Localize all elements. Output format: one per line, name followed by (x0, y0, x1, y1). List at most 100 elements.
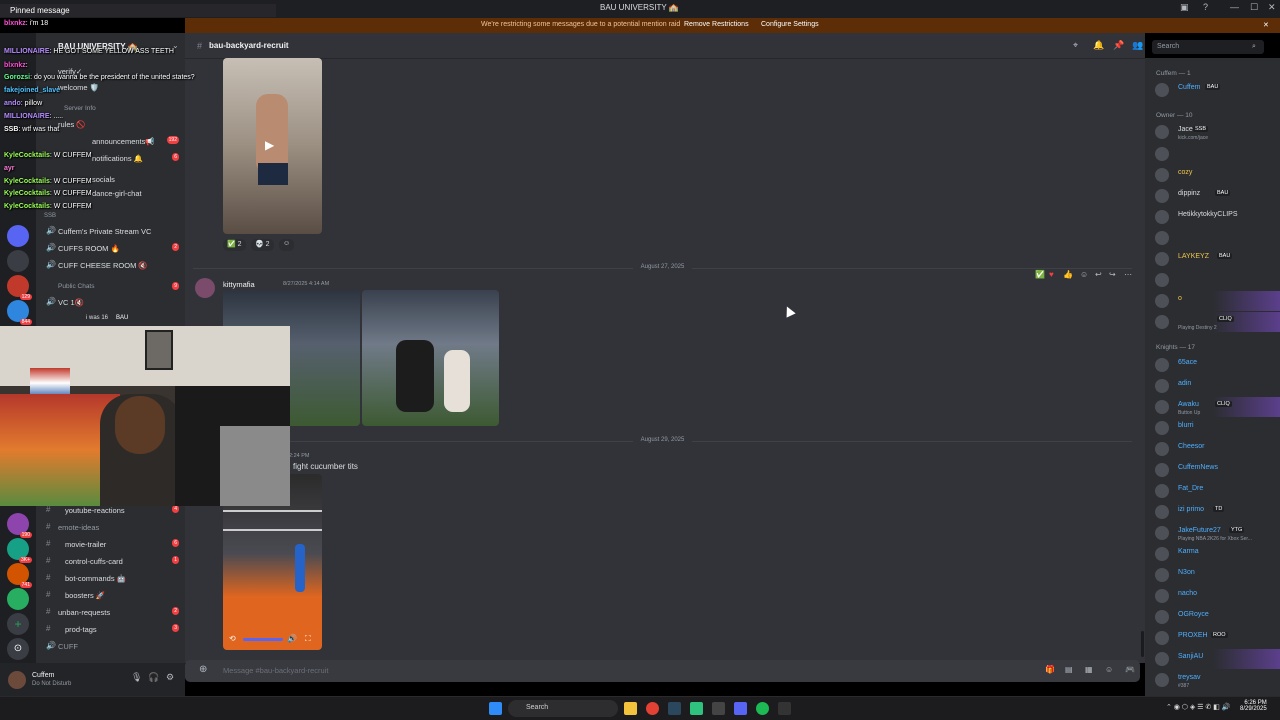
close-icon[interactable]: ✕ (1268, 2, 1276, 13)
configure-settings-button[interactable]: Configure Settings (761, 21, 819, 28)
channel-prod-tags[interactable]: # prod-tags 3 (36, 621, 185, 637)
replay-icon[interactable]: ⟲ (229, 634, 236, 643)
fullscreen-icon[interactable]: ⛶ (305, 634, 311, 644)
microphone-icon[interactable]: 🎙 (131, 672, 142, 683)
inbox-icon[interactable]: ▣ (1180, 2, 1189, 13)
reaction-check-icon[interactable]: ✅ (1035, 270, 1045, 279)
channel-control-cuffs-card[interactable]: # control-cuffs-card 1 (36, 553, 185, 569)
server-icon[interactable] (7, 588, 29, 610)
member[interactable]: Cuffem BAU (1145, 80, 1280, 100)
obs-icon[interactable] (778, 702, 791, 715)
voice-channel[interactable]: 🔊 CUFFS ROOM 🔥 2 (36, 240, 185, 256)
reaction-heart-icon[interactable]: ♥ (1049, 270, 1054, 279)
member[interactable] (1145, 228, 1280, 248)
voice-channel[interactable]: 🔊 VC 1🔇 (36, 294, 185, 310)
gear-icon[interactable]: ⚙ (166, 672, 174, 683)
member[interactable] (1145, 270, 1280, 290)
forward-icon[interactable]: ↪ (1109, 270, 1116, 279)
reply-icon[interactable]: ↩ (1095, 270, 1102, 279)
member[interactable]: adin (1145, 376, 1280, 396)
maximize-icon[interactable]: ☐ (1250, 2, 1258, 13)
member[interactable]: OGRoyce (1145, 607, 1280, 627)
channel-bot-commands[interactable]: # bot-commands 🤖 (36, 570, 185, 586)
dismiss-notice-icon[interactable]: ✕ (1263, 21, 1269, 29)
minimize-icon[interactable]: — (1230, 2, 1239, 12)
voice-channel[interactable]: 🔊 CUFF CHEESE ROOM 🔇 (36, 257, 185, 273)
server-icon[interactable]: 844 (7, 300, 32, 325)
image-attachment[interactable] (362, 290, 499, 426)
channel-movie-trailer[interactable]: # movie-trailer 6 (36, 536, 185, 552)
server-icon[interactable]: 3K+ (7, 538, 32, 563)
member[interactable]: SanjiAU (1145, 649, 1280, 669)
app-icon[interactable] (712, 702, 725, 715)
member[interactable]: cozy (1145, 165, 1280, 185)
category-public-chats[interactable]: Public Chats 9 (36, 279, 185, 295)
server-icon[interactable] (7, 250, 29, 272)
speaker-icon[interactable]: 🔊 (287, 634, 297, 643)
volume-slider[interactable] (243, 638, 283, 641)
add-server-icon[interactable]: + (7, 613, 29, 635)
add-reaction-icon[interactable]: ☺ (1080, 270, 1088, 279)
avatar[interactable] (195, 278, 215, 298)
search-input[interactable]: Search ⌕ (1152, 40, 1264, 54)
voice-channel-cuff[interactable]: 🔊 CUFF (36, 638, 185, 654)
message-input[interactable]: Message #bau-backyard-recruit (223, 666, 328, 675)
app-icon[interactable] (690, 702, 703, 715)
folder-icon[interactable] (624, 702, 637, 715)
server-icon[interactable]: 129 (7, 275, 32, 300)
tray-icons[interactable]: ⌃ ◉ ⬡ ◈ ☰ ✆ ◧ 🔊 (1166, 703, 1231, 711)
member[interactable]: Cheesor (1145, 439, 1280, 459)
add-reaction-icon[interactable]: ☺ (279, 239, 295, 251)
spotify-icon[interactable] (756, 702, 769, 715)
voice-user[interactable]: i was 16 BAU (36, 311, 185, 327)
member[interactable]: Awaku CLIQ Button Up (1145, 397, 1280, 417)
message-composer[interactable]: ⊕ Message #bau-backyard-recruit 🎁 ▤ ▦ ☺ … (185, 660, 1140, 682)
member[interactable]: JakeFuture27 YTG Playing NBA 2K26 for Xbox… (1145, 523, 1280, 543)
help-icon[interactable]: ? (1203, 2, 1208, 12)
server-icon[interactable] (7, 225, 29, 247)
member[interactable]: o (1145, 291, 1280, 311)
threads-icon[interactable]: ⌖ (1073, 40, 1078, 51)
member[interactable]: CLIQ Playing Destiny 2 (1145, 312, 1280, 332)
channel-unban-requests[interactable]: # unban-requests 2 (36, 604, 185, 620)
plus-icon[interactable]: ⊕ (199, 664, 207, 675)
controller-icon[interactable]: 🎮 (1125, 665, 1135, 674)
gift-icon[interactable]: 🎁 (1045, 665, 1055, 674)
member[interactable] (1145, 144, 1280, 164)
reaction[interactable]: 💀 2 (251, 239, 274, 251)
taskbar-search[interactable]: Search (508, 700, 618, 717)
remove-restrictions-button[interactable]: Remove Restrictions (684, 21, 749, 28)
channel-boosters[interactable]: # boosters 🚀 (36, 587, 185, 603)
clock[interactable]: 6:26 PM 8/29/2025 (1240, 700, 1267, 712)
voice-channel[interactable]: 🔊 Cuffem's Private Stream VC (36, 223, 185, 239)
scrollbar[interactable] (1141, 631, 1144, 657)
member[interactable]: LAYKEYZ BAU (1145, 249, 1280, 269)
member[interactable]: N3on (1145, 565, 1280, 585)
server-icon[interactable]: 190 (7, 513, 32, 538)
member[interactable]: nacho (1145, 586, 1280, 606)
members-icon[interactable]: 👥 (1132, 40, 1143, 51)
member[interactable]: blurri (1145, 418, 1280, 438)
emoji-icon[interactable]: ☺ (1105, 665, 1113, 674)
chrome-icon[interactable] (646, 702, 659, 715)
member[interactable]: Karma (1145, 544, 1280, 564)
member[interactable]: Fat_Dre (1145, 481, 1280, 501)
gif-icon[interactable]: ▤ (1065, 665, 1073, 674)
member[interactable]: 65ace (1145, 355, 1280, 375)
discord-icon[interactable] (734, 702, 747, 715)
headphones-icon[interactable]: 🎧 (148, 672, 159, 683)
discover-icon[interactable]: ⊙ (7, 638, 29, 660)
member[interactable]: CuffemNews (1145, 460, 1280, 480)
channel-emote-ideas[interactable]: # emote-ideas (36, 519, 185, 535)
start-icon[interactable] (489, 702, 502, 715)
steam-icon[interactable] (668, 702, 681, 715)
reaction[interactable]: ✅ 2 (223, 239, 246, 251)
more-icon[interactable]: ⋯ (1124, 270, 1132, 279)
member[interactable]: Jace SSB kick.com/jace (1145, 122, 1280, 142)
bell-icon[interactable]: 🔔 (1093, 40, 1104, 51)
member[interactable]: izi primo TD (1145, 502, 1280, 522)
member[interactable]: HetikkytokkyCLIPS (1145, 207, 1280, 227)
member[interactable]: dippinz BAU (1145, 186, 1280, 206)
server-icon[interactable]: 741 (7, 563, 32, 588)
member[interactable]: PROXEH ROO (1145, 628, 1280, 648)
